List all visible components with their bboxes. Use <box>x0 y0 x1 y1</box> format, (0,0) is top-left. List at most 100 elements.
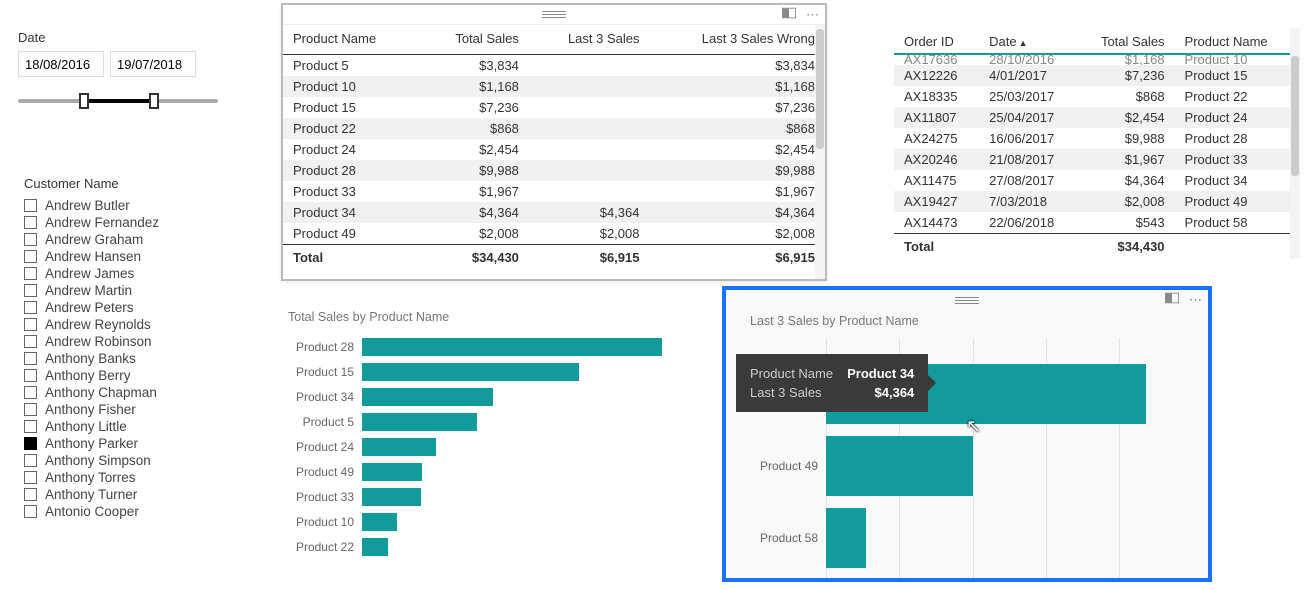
table-header[interactable]: Order ID <box>894 28 979 54</box>
table-row[interactable]: AX194277/03/2018$2,008Product 49 <box>894 191 1294 212</box>
table-row[interactable]: Product 28$9,988$9,988 <box>283 160 825 181</box>
date-start-input[interactable] <box>18 51 104 77</box>
customer-item[interactable]: Andrew Hansen <box>24 248 234 265</box>
chart-bar[interactable] <box>362 388 493 406</box>
focus-mode-icon[interactable] <box>782 7 796 23</box>
customer-item[interactable]: Anthony Simpson <box>24 452 234 469</box>
customer-item[interactable]: Andrew Fernandez <box>24 214 234 231</box>
customer-item[interactable]: Andrew Graham <box>24 231 234 248</box>
checkbox-icon[interactable] <box>24 233 37 246</box>
table-row[interactable]: AX1180725/04/2017$2,454Product 24 <box>894 107 1294 128</box>
checkbox-icon[interactable] <box>24 488 37 501</box>
chart-bar-row[interactable]: Product 49 <box>282 459 702 484</box>
checkbox-icon[interactable] <box>24 199 37 212</box>
chart-bar[interactable] <box>362 513 397 531</box>
checkbox-icon[interactable] <box>24 369 37 382</box>
slider-thumb-start[interactable] <box>79 93 89 109</box>
customer-item[interactable]: Andrew James <box>24 265 234 282</box>
customer-item[interactable]: Anthony Berry <box>24 367 234 384</box>
table-row[interactable]: AX2427516/06/2017$9,988Product 28 <box>894 128 1294 149</box>
checkbox-icon[interactable] <box>24 420 37 433</box>
table-row[interactable]: Product 33$1,967$1,967 <box>283 181 825 202</box>
checkbox-icon[interactable] <box>24 250 37 263</box>
checkbox-icon[interactable] <box>24 267 37 280</box>
table-row[interactable]: AX1447322/06/2018$543Product 58 <box>894 212 1294 234</box>
table-visual-orders[interactable]: Order IDDate▲Total SalesProduct Name AX1… <box>894 28 1294 259</box>
customer-item[interactable]: Andrew Peters <box>24 299 234 316</box>
scrollbar-vertical[interactable] <box>1290 28 1300 259</box>
customer-item[interactable]: Anthony Fisher <box>24 401 234 418</box>
customer-item[interactable]: Antonio Cooper <box>24 503 234 520</box>
chart-bar-row[interactable]: Product 10 <box>282 509 702 534</box>
chart-bar[interactable] <box>362 338 662 356</box>
checkbox-icon[interactable] <box>24 335 37 348</box>
customer-item[interactable]: Anthony Turner <box>24 486 234 503</box>
table-row[interactable]: AX1833525/03/2017$868Product 22 <box>894 86 1294 107</box>
customer-item[interactable]: Anthony Parker <box>24 435 234 452</box>
chart-last3-sales[interactable]: ⋯ Last 3 Sales by Product Name Product 3… <box>722 286 1212 582</box>
table-header[interactable]: Total Sales <box>419 25 529 55</box>
chart-bar[interactable] <box>362 538 388 556</box>
date-slider[interactable] <box>18 91 218 111</box>
more-options-icon[interactable]: ⋯ <box>806 7 819 23</box>
date-end-input[interactable] <box>110 51 196 77</box>
checkbox-icon[interactable] <box>24 471 37 484</box>
chart-bar-row[interactable]: Product 49 <box>726 430 1208 502</box>
checkbox-icon[interactable] <box>24 386 37 399</box>
table-row[interactable]: Product 5$3,834$3,834 <box>283 55 825 77</box>
customer-item[interactable]: Andrew Robinson <box>24 333 234 350</box>
checkbox-icon[interactable] <box>24 505 37 518</box>
table-header[interactable]: Product Name <box>1175 28 1294 54</box>
checkbox-icon[interactable] <box>24 284 37 297</box>
chart-bar-row[interactable]: Product 58 <box>726 502 1208 574</box>
chart-bar[interactable] <box>826 508 866 568</box>
table-row[interactable]: AX1147527/08/2017$4,364Product 34 <box>894 170 1294 191</box>
focus-mode-icon[interactable] <box>1165 292 1179 308</box>
products-table[interactable]: Product NameTotal SalesLast 3 SalesLast … <box>283 25 825 270</box>
scrollbar-vertical[interactable] <box>815 25 825 279</box>
table-row[interactable]: Product 22$868$868 <box>283 118 825 139</box>
checkbox-icon[interactable] <box>24 454 37 467</box>
drag-grip-icon[interactable] <box>542 11 566 18</box>
more-options-icon[interactable]: ⋯ <box>1189 292 1202 308</box>
chart-bar[interactable] <box>362 438 436 456</box>
table-header[interactable]: Last 3 Sales Wrong <box>649 25 825 55</box>
table-row[interactable]: AX1763628/10/2016$1,168Product 10 <box>894 54 1294 65</box>
chart-bar-row[interactable]: Product 15 <box>282 359 702 384</box>
checkbox-icon[interactable] <box>24 403 37 416</box>
chart-bar[interactable] <box>362 363 579 381</box>
scrollbar-thumb[interactable] <box>816 29 824 149</box>
slider-thumb-end[interactable] <box>149 93 159 109</box>
chart-bar[interactable] <box>826 436 973 496</box>
chart-bar-row[interactable]: Product 28 <box>282 334 702 359</box>
chart-bar-row[interactable]: Product 24 <box>282 434 702 459</box>
table-row[interactable]: Product 49$2,008$2,008$2,008 <box>283 223 825 245</box>
checkbox-icon[interactable] <box>24 437 37 450</box>
chart-bar[interactable] <box>362 413 477 431</box>
chart-bar-row[interactable]: Product 33 <box>282 484 702 509</box>
checkbox-icon[interactable] <box>24 216 37 229</box>
customer-item[interactable]: Anthony Banks <box>24 350 234 367</box>
table-header[interactable]: Product Name <box>283 25 419 55</box>
orders-table[interactable]: Order IDDate▲Total SalesProduct Name AX1… <box>894 28 1294 259</box>
table-header[interactable]: Date▲ <box>979 28 1078 54</box>
table-row[interactable]: Product 15$7,236$7,236 <box>283 97 825 118</box>
chart-bar[interactable] <box>362 463 422 481</box>
table-row[interactable]: AX122264/01/2017$7,236Product 15 <box>894 65 1294 86</box>
customer-item[interactable]: Anthony Little <box>24 418 234 435</box>
checkbox-icon[interactable] <box>24 318 37 331</box>
chart-bar-row[interactable]: Product 34 <box>282 384 702 409</box>
visual-header[interactable]: ⋯ <box>726 290 1208 310</box>
scrollbar-thumb[interactable] <box>1291 56 1299 176</box>
chart-bar[interactable] <box>362 488 421 506</box>
table-header[interactable]: Last 3 Sales <box>529 25 650 55</box>
chart-total-sales[interactable]: Total Sales by Product Name Product 28Pr… <box>282 306 702 586</box>
table-header[interactable]: Total Sales <box>1078 28 1175 54</box>
table-visual-products[interactable]: ⋯ Product NameTotal SalesLast 3 SalesLas… <box>282 4 826 280</box>
visual-header[interactable]: ⋯ <box>283 5 825 25</box>
checkbox-icon[interactable] <box>24 301 37 314</box>
table-row[interactable]: Product 34$4,364$4,364$4,364 <box>283 202 825 223</box>
customer-item[interactable]: Andrew Butler <box>24 197 234 214</box>
table-row[interactable]: Product 24$2,454$2,454 <box>283 139 825 160</box>
customer-item[interactable]: Andrew Reynolds <box>24 316 234 333</box>
